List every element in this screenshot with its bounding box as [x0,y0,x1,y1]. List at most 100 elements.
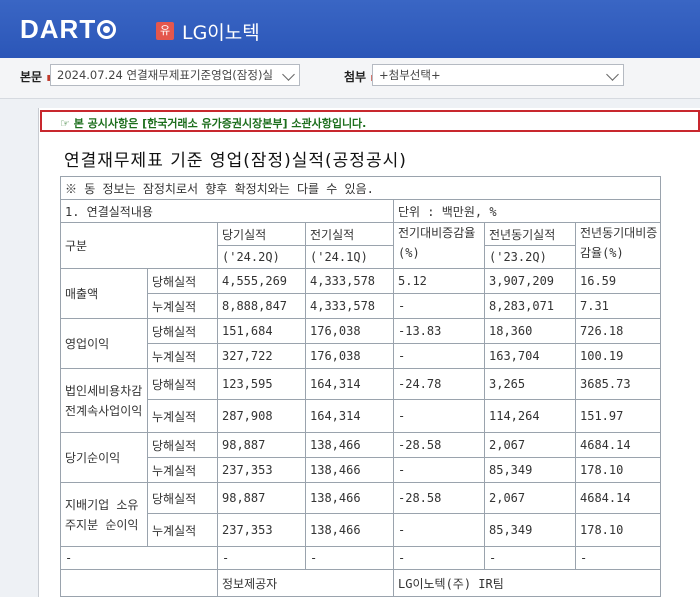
document-title: 연결재무제표 기준 영업(잠정)실적(공정공시) [64,151,407,171]
qoq-rate-cell: - [393,343,485,369]
row-type-cell: 누계실적 [147,293,218,319]
category-name-cell: 영업이익 [60,318,148,369]
section-cell: 1. 연결실적내용 [60,199,394,223]
last-year-value-cell: 3,907,209 [484,268,576,294]
yoy-rate-cell: 7.31 [575,293,661,319]
row-type-cell: 당해실적 [147,318,218,344]
row-type-cell: 당해실적 [147,432,218,458]
row-type-cell: 누계실적 [147,513,218,547]
category-name-cell: 매출액 [60,268,148,319]
main-text-select[interactable]: 2024.07.24 연결재무제표기준영업(잠정)실 [50,64,300,86]
last-year-value-cell: 85,349 [484,457,576,483]
last-year-value-cell: 2,067 [484,482,576,514]
market-badge: 유 [156,22,174,40]
app-header: DART 유 LG이노텍 [0,0,700,58]
notice-banner: ☞ 본 공시사항은 [한국거래소 유가증권시장본부] 소관사항입니다. [40,110,700,132]
empty-cell: - [217,546,306,570]
previous-value-cell: 176,038 [305,343,394,369]
last-year-value-cell: 18,360 [484,318,576,344]
table-row: 정보제공자 LG이노텍(주) IR팀 [60,569,661,597]
table-row: 누계실적 327,722 176,038-163,704 100.19 [61,343,661,369]
results-table: ※ 동 정보는 잠정치로서 향후 확정치와는 다를 수 있음. 1. 연결실적내용… [60,176,661,597]
current-value-cell: 151,684 [217,318,306,344]
yoy-rate-cell: 100.19 [575,343,661,369]
header-previous: 전기실적 [305,222,394,246]
table-row: 누계실적 237,353 138,466-85,349 178.10 [61,513,661,547]
row-type-cell: 당해실적 [147,482,218,514]
current-value-cell: 98,887 [217,432,306,458]
empty-cell: - [305,546,394,570]
table-row: 법인세비용차감전계속사업이익 당해실적 123,595 164,314 -24.78 3,… [60,368,661,433]
table-row: ※ 동 정보는 잠정치로서 향후 확정치와는 다를 수 있음. [60,176,661,200]
previous-value-cell: 176,038 [305,318,394,344]
row-type-cell: 당해실적 [147,268,218,294]
qoq-rate-cell: - [393,457,485,483]
qoq-rate-cell: - [393,399,485,433]
table-row: ------ [60,546,661,570]
yoy-rate-cell: 4684.14 [575,432,661,458]
qoq-rate-cell: - [393,293,485,319]
qoq-rate-cell: 5.12 [393,268,485,294]
header-yoy-actual: 전년동기실적 [484,222,576,246]
company-name[interactable]: LG이노텍 [182,18,260,45]
qoq-rate-cell: -13.83 [393,318,485,344]
empty-cell: - [575,546,661,570]
current-value-cell: 4,555,269 [217,268,306,294]
header-previous-period: ('24.1Q) [305,245,394,269]
current-value-cell: 98,887 [217,482,306,514]
current-value-cell: 123,595 [217,368,306,400]
toolbar: 본문 ▪ 2024.07.24 연결재무제표기준영업(잠정)실 첨부 ▪ +첨부… [0,58,700,99]
current-value-cell: 237,353 [217,457,306,483]
previous-value-cell: 4,333,578 [305,268,394,294]
empty-cell [60,569,218,597]
yoy-rate-cell: 178.10 [575,513,661,547]
chevron-down-icon [282,68,295,81]
last-year-value-cell: 8,283,071 [484,293,576,319]
header-yoy-period: ('23.2Q) [484,245,576,269]
yoy-rate-cell: 3685.73 [575,368,661,400]
attachment-select[interactable]: +첨부선택+ [372,64,624,86]
yoy-rate-cell: 178.10 [575,457,661,483]
previous-value-cell: 164,314 [305,368,394,400]
table-row: 누계실적 287,908 164,314-114,264 151.97 [61,399,661,433]
last-year-value-cell: 2,067 [484,432,576,458]
header-yoy-rate: 전년동기대비증감율(%) [575,222,661,269]
category-name-cell: 당기순이익 [60,432,148,483]
qoq-rate-cell: -24.78 [393,368,485,400]
empty-cell: - [60,546,218,570]
table-row: 영업이익 당해실적 151,684 176,038 -13.83 18,360 726.18 [60,318,661,369]
yoy-rate-cell: 726.18 [575,318,661,344]
table-row: 누계실적 8,888,847 4,333,578-8,283,071 7.31 [61,293,661,319]
qoq-rate-cell: -28.58 [393,482,485,514]
previous-value-cell: 164,314 [305,399,394,433]
current-value-cell: 237,353 [217,513,306,547]
note-cell: ※ 동 정보는 잠정치로서 향후 확정치와는 다를 수 있음. [60,176,661,200]
logo-ring-icon [97,20,117,39]
table-row: 당기순이익 당해실적 98,887 138,466 -28.58 2,067 4684.14 [60,432,661,483]
previous-value-cell: 138,466 [305,482,394,514]
dart-logo[interactable]: DART [20,14,117,45]
row-type-cell: 누계실적 [147,457,218,483]
current-value-cell: 8,888,847 [217,293,306,319]
provider-label-cell: 정보제공자 [217,569,394,597]
last-year-value-cell: 85,349 [484,513,576,547]
yoy-rate-cell: 4684.14 [575,482,661,514]
previous-value-cell: 138,466 [305,457,394,483]
current-value-cell: 287,908 [217,399,306,433]
last-year-value-cell: 163,704 [484,343,576,369]
yoy-rate-cell: 16.59 [575,268,661,294]
header-current: 당기실적 [217,222,306,246]
unit-cell: 단위 : 백만원, % [393,199,661,223]
empty-cell: - [484,546,576,570]
row-type-cell: 누계실적 [147,399,218,433]
header-category: 구분 [60,222,218,269]
table-row: 누계실적 237,353 138,466-85,349 178.10 [61,457,661,483]
row-type-cell: 누계실적 [147,343,218,369]
current-value-cell: 327,722 [217,343,306,369]
row-type-cell: 당해실적 [147,368,218,400]
table-row: 1. 연결실적내용 단위 : 백만원, % [60,199,661,223]
empty-cell: - [393,546,485,570]
table-row: 지배기업 소유주지분 순이익 당해실적 98,887 138,466 -28.58 2,0… [60,482,661,547]
qoq-rate-cell: - [393,513,485,547]
yoy-rate-cell: 151.97 [575,399,661,433]
